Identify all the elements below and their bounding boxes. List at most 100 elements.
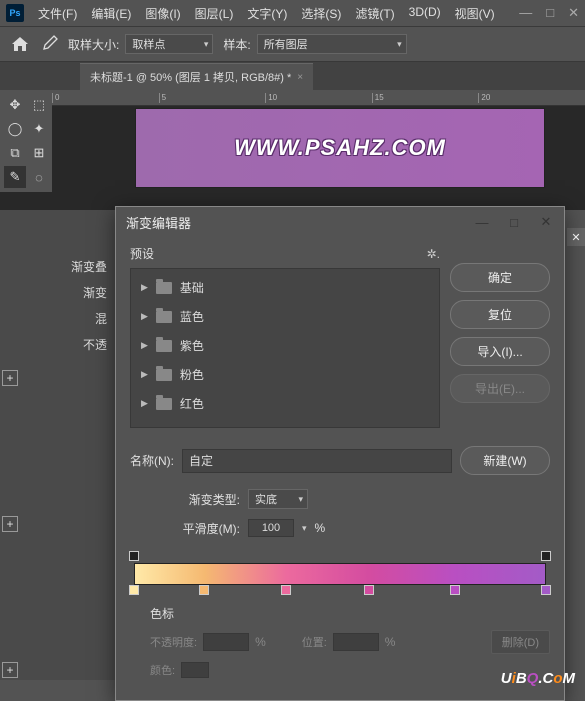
ruler-tick: 10 [265, 93, 372, 103]
gear-icon[interactable]: ✲. [427, 247, 440, 261]
add-icon[interactable]: + [2, 662, 18, 678]
folder-icon [156, 369, 172, 381]
workspace: ✥ ⬚ ◯ ✦ ⧉ ⊞ ✎ ◌ 0 5 10 15 20 WWW.PSAHZ.C… [0, 90, 585, 210]
close-tab-icon[interactable]: × [297, 72, 303, 83]
sample-dropdown[interactable]: 所有图层 [257, 34, 407, 54]
preset-folder[interactable]: ▶红色 [131, 389, 439, 418]
gradient-editor-area [130, 553, 550, 595]
lp-label: 混 [0, 306, 107, 332]
ruler-tick: 0 [52, 93, 159, 103]
ok-button[interactable]: 确定 [450, 263, 550, 292]
options-bar: 取样大小: 取样点 样本: 所有图层 [0, 26, 585, 62]
opacity-stop[interactable] [129, 551, 139, 561]
close-icon[interactable]: ✕ [568, 5, 579, 21]
titlebar: Ps 文件(F) 编辑(E) 图像(I) 图层(L) 文字(Y) 选择(S) 滤… [0, 0, 585, 26]
canvas-text: WWW.PSAHZ.COM [234, 135, 446, 161]
preset-folder[interactable]: ▶蓝色 [131, 302, 439, 331]
add-icon[interactable]: + [2, 516, 18, 532]
selection-tool-icon[interactable]: ◌ [28, 166, 50, 188]
import-button[interactable]: 导入(I)... [450, 337, 550, 366]
menu-filter[interactable]: 滤镜(T) [349, 1, 400, 26]
gradient-name-input[interactable] [182, 449, 452, 473]
document-tabstrip: 未标题-1 @ 50% (图层 1 拷贝, RGB/8#) * × [0, 62, 585, 90]
color-stop[interactable] [364, 585, 374, 595]
color-stop[interactable] [129, 585, 139, 595]
preset-folder[interactable]: ▶基础 [131, 273, 439, 302]
gradient-type-label: 渐变类型: [134, 491, 240, 508]
color-stop[interactable] [199, 585, 209, 595]
preset-label: 粉色 [180, 366, 204, 383]
dialog-maximize-icon[interactable]: □ [506, 214, 522, 230]
position-label: 位置: [302, 634, 327, 650]
panel-close-icon[interactable]: ✕ [567, 228, 585, 246]
position-input [333, 633, 379, 651]
marquee-tool-icon[interactable]: ⬚ [28, 94, 50, 116]
move-tool-icon[interactable]: ✥ [4, 94, 26, 116]
crop-tool-icon[interactable]: ⧉ [4, 142, 26, 164]
preset-folder[interactable]: ▶紫色 [131, 331, 439, 360]
minimize-icon[interactable]: — [519, 5, 532, 21]
dialog-titlebar[interactable]: 渐变编辑器 — □ ✕ [116, 207, 564, 237]
opacity-input [203, 633, 249, 651]
watermark: UiBQ.CoM [501, 670, 575, 687]
color-stop[interactable] [541, 585, 551, 595]
menu-3d[interactable]: 3D(D) [403, 1, 447, 26]
color-stop[interactable] [450, 585, 460, 595]
ps-logo: Ps [6, 4, 24, 22]
color-swatch [181, 662, 209, 678]
document-tab-label: 未标题-1 @ 50% (图层 1 拷贝, RGB/8#) * [90, 69, 291, 85]
percent-label: % [255, 635, 266, 649]
smoothness-input[interactable] [248, 519, 294, 537]
opacity-stop[interactable] [541, 551, 551, 561]
left-properties-panel: 渐变叠 渐变 混 不透 + + + [0, 210, 115, 680]
preset-label: 基础 [180, 279, 204, 296]
wand-tool-icon[interactable]: ✦ [28, 118, 50, 140]
preset-list[interactable]: ▶基础 ▶蓝色 ▶紫色 ▶粉色 ▶红色 [130, 268, 440, 428]
folder-icon [156, 311, 172, 323]
stops-title: 色标 [130, 605, 550, 622]
chevron-right-icon: ▶ [141, 369, 148, 380]
sample-size-label: 取样大小: [68, 36, 119, 53]
menu-select[interactable]: 选择(S) [295, 1, 347, 26]
sample-size-dropdown[interactable]: 取样点 [125, 34, 213, 54]
smoothness-label: 平滑度(M): [134, 520, 240, 537]
preset-label: 蓝色 [180, 308, 204, 325]
dialog-close-icon[interactable]: ✕ [538, 214, 554, 230]
ruler-tick: 15 [372, 93, 479, 103]
new-button[interactable]: 新建(W) [460, 446, 550, 475]
eyedropper-tool-icon[interactable]: ✎ [4, 166, 26, 188]
frame-tool-icon[interactable]: ⊞ [28, 142, 50, 164]
gradient-bar[interactable] [134, 563, 546, 585]
menu-view[interactable]: 视图(V) [449, 1, 501, 26]
document-tab[interactable]: 未标题-1 @ 50% (图层 1 拷贝, RGB/8#) * × [80, 63, 313, 90]
menu-layer[interactable]: 图层(L) [189, 1, 240, 26]
dialog-minimize-icon[interactable]: — [474, 214, 490, 230]
reset-button[interactable]: 复位 [450, 300, 550, 329]
add-icon[interactable]: + [2, 370, 18, 386]
menu-type[interactable]: 文字(Y) [241, 1, 293, 26]
preset-folder[interactable]: ▶ 粉色 [131, 360, 439, 389]
window-controls: — □ ✕ [519, 5, 579, 21]
chevron-down-icon[interactable]: ▾ [302, 523, 307, 534]
ruler-horizontal: 0 5 10 15 20 [52, 90, 585, 106]
sample-label: 样本: [223, 36, 250, 53]
menu-file[interactable]: 文件(F) [32, 1, 83, 26]
gradient-type-dropdown[interactable]: 实底 [248, 489, 308, 509]
gradient-editor-dialog: 渐变编辑器 — □ ✕ 预设 ✲. ▶基础 ▶蓝色 ▶紫色 ▶粉色 ▶红色 [115, 206, 565, 701]
canvas[interactable]: WWW.PSAHZ.COM [135, 108, 545, 188]
menu-edit[interactable]: 编辑(E) [85, 1, 137, 26]
folder-icon [156, 340, 172, 352]
ruler-tick: 20 [478, 93, 585, 103]
maximize-icon[interactable]: □ [546, 5, 554, 21]
lasso-tool-icon[interactable]: ◯ [4, 118, 26, 140]
eyedropper-icon[interactable] [40, 35, 58, 53]
color-stop[interactable] [281, 585, 291, 595]
chevron-right-icon: ▶ [141, 398, 148, 409]
menubar: 文件(F) 编辑(E) 图像(I) 图层(L) 文字(Y) 选择(S) 滤镜(T… [32, 1, 501, 26]
name-label: 名称(N): [130, 452, 174, 469]
color-label: 颜色: [150, 662, 175, 678]
home-icon[interactable] [10, 35, 30, 53]
menu-image[interactable]: 图像(I) [139, 1, 186, 26]
percent-label: % [315, 521, 326, 535]
export-button[interactable]: 导出(E)... [450, 374, 550, 403]
